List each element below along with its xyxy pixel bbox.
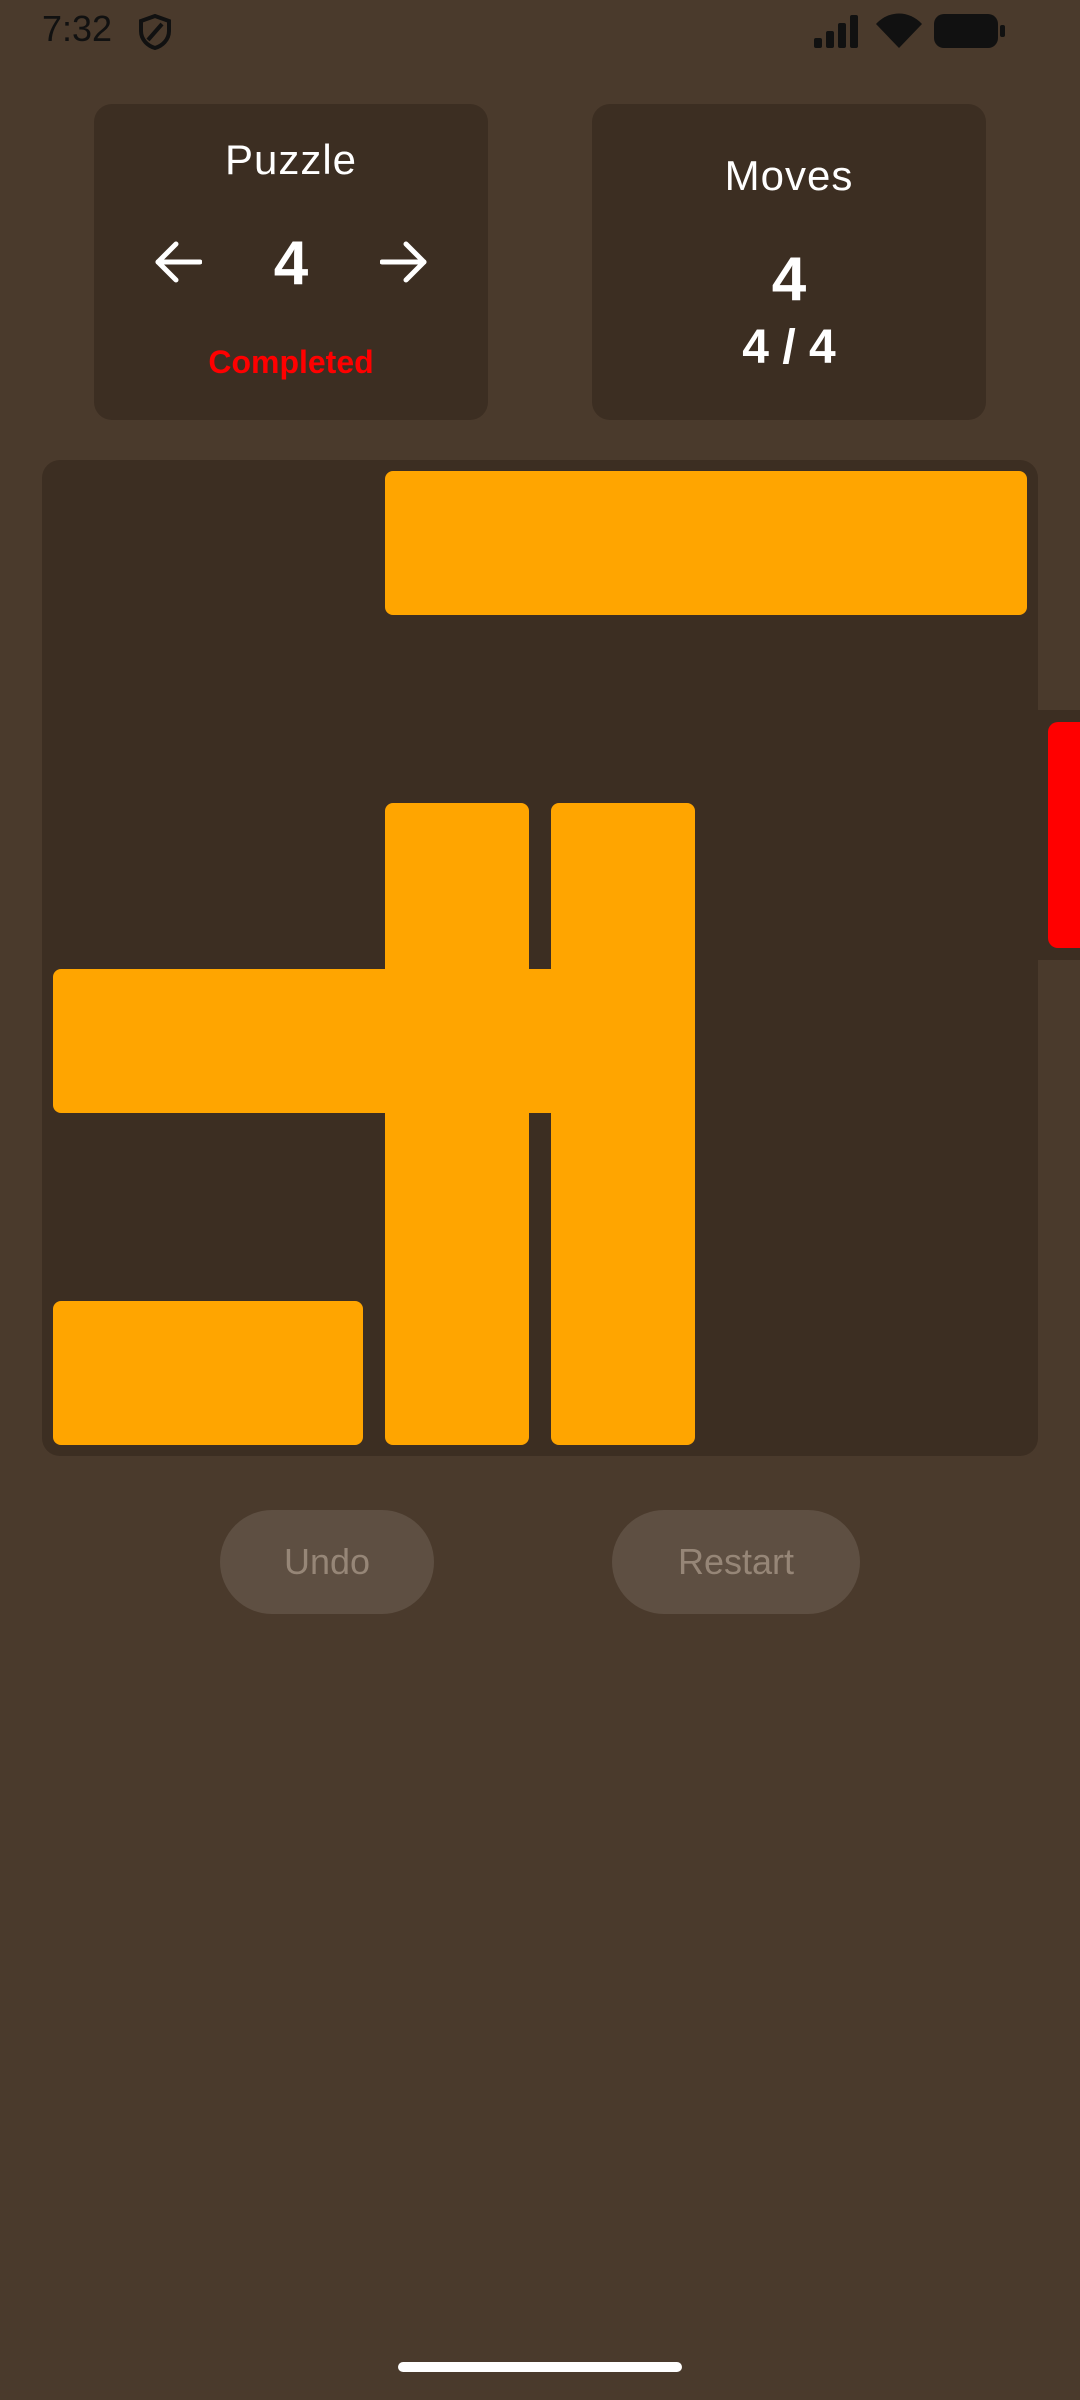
puzzle-block-vertical[interactable] xyxy=(551,803,695,1445)
puzzle-status-badge: Completed xyxy=(208,344,374,380)
moves-count: 4 xyxy=(771,245,807,314)
puzzle-block-horizontal[interactable] xyxy=(53,1301,363,1445)
home-indicator[interactable] xyxy=(398,2362,682,2372)
restart-button[interactable]: Restart xyxy=(612,1510,860,1614)
puzzle-block-vertical[interactable] xyxy=(385,803,529,1445)
arrow-left-icon xyxy=(154,240,203,289)
moves-ratio: 4 / 4 xyxy=(742,321,836,374)
puzzle-block-horizontal[interactable] xyxy=(385,471,1027,615)
moves-panel: Moves 4 4 / 4 xyxy=(592,104,986,420)
battery-icon xyxy=(934,14,1006,53)
puzzle-board xyxy=(42,460,1038,1456)
shield-icon xyxy=(138,13,172,55)
status-bar: 7:32 xyxy=(0,0,1080,64)
status-time: 7:32 xyxy=(42,8,113,49)
exit-marker xyxy=(1048,722,1080,948)
puzzle-number: 4 xyxy=(273,229,309,298)
arrow-right-icon xyxy=(379,240,428,289)
next-puzzle-button[interactable] xyxy=(364,224,444,304)
signal-icon xyxy=(812,14,862,53)
undo-button[interactable]: Undo xyxy=(220,1510,434,1614)
previous-puzzle-button[interactable] xyxy=(138,224,218,304)
moves-title: Moves xyxy=(724,152,854,199)
wifi-icon xyxy=(874,12,924,55)
puzzle-panel: Puzzle 4 Completed xyxy=(94,104,488,420)
puzzle-title: Puzzle xyxy=(224,136,358,183)
